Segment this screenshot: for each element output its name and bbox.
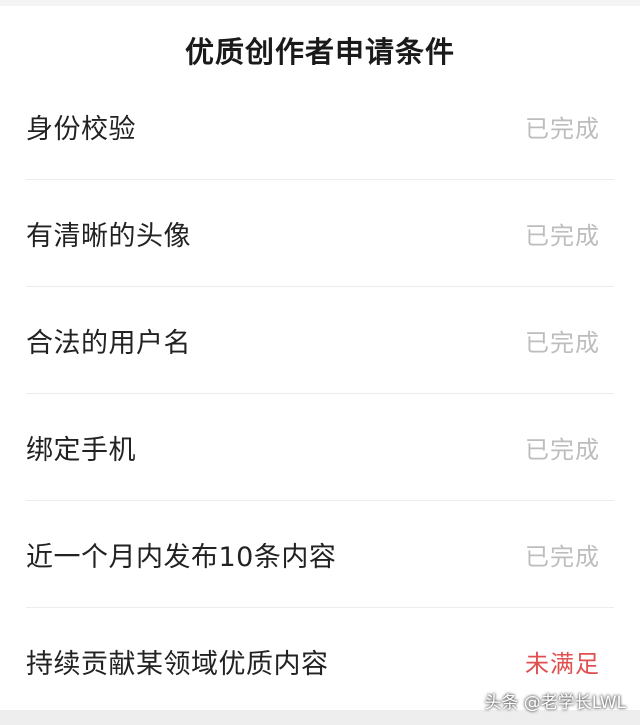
condition-label: 持续贡献某领域优质内容 (26, 649, 329, 680)
condition-status: 已完成 (525, 435, 600, 464)
condition-row-phone: 绑定手机 已完成 (26, 394, 614, 501)
condition-label: 近一个月内发布10条内容 (26, 541, 337, 573)
condition-row-avatar: 有清晰的头像 已完成 (26, 180, 614, 287)
condition-label: 有清晰的头像 (26, 220, 191, 252)
watermark-text: 头条 @老学长LWL (484, 693, 626, 713)
condition-label: 绑定手机 (26, 434, 136, 466)
page-title: 优质创作者申请条件 (184, 35, 455, 69)
condition-status-unmet: 未满足 (525, 650, 600, 678)
condition-label: 合法的用户名 (26, 327, 191, 359)
conditions-list: 身份校验 已完成 有清晰的头像 已完成 合法的用户名 已完成 绑定手机 已完成 … (26, 73, 614, 715)
condition-status: 已完成 (525, 221, 600, 250)
condition-status: 已完成 (525, 328, 600, 357)
top-divider-strip (0, 0, 640, 6)
condition-status: 已完成 (525, 114, 600, 143)
condition-row-identity: 身份校验 已完成 (26, 73, 614, 180)
condition-label: 身份校验 (26, 113, 136, 145)
condition-row-recent-posts: 近一个月内发布10条内容 已完成 (26, 501, 614, 608)
condition-status: 已完成 (525, 542, 600, 571)
condition-row-username: 合法的用户名 已完成 (26, 287, 614, 394)
